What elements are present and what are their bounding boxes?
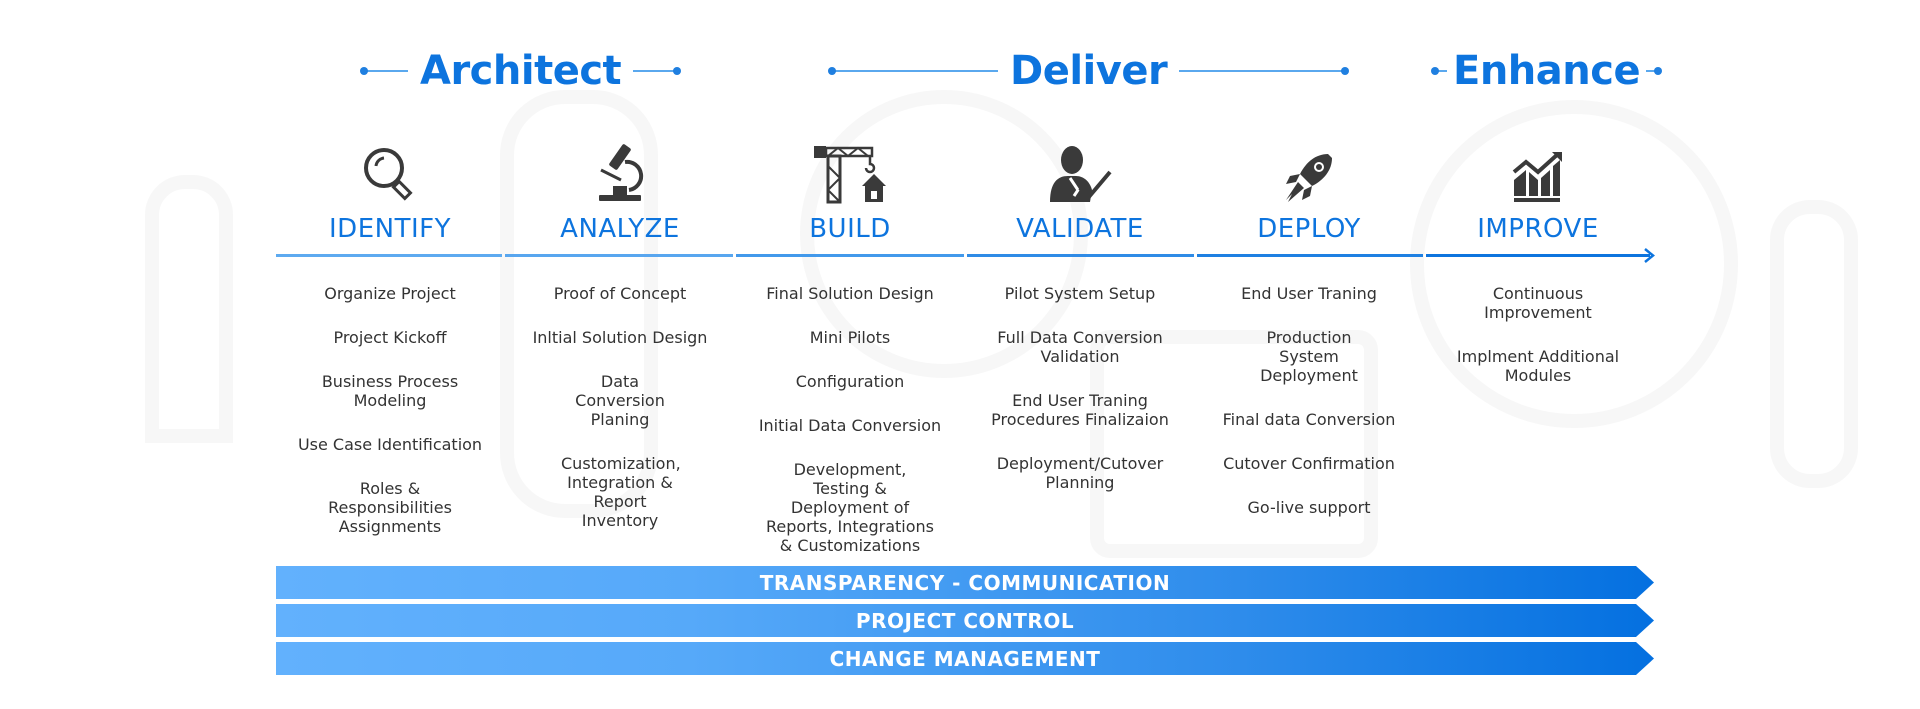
microscope-icon	[506, 140, 734, 204]
phase-title: Deliver	[1010, 48, 1168, 94]
task-item: Continuous Improvement	[1484, 284, 1592, 322]
task-item: Use Case Identification	[297, 435, 483, 454]
task-item: Project Kickoff	[333, 328, 447, 347]
task-item: End User Traning	[1241, 284, 1377, 303]
task-item: Mini Pilots	[809, 328, 891, 347]
task-item: Full Data Conversion Validation	[997, 328, 1163, 366]
stage-deploy: DEPLOY End User Traning Production Syste…	[1195, 140, 1423, 542]
task-list: Continuous Improvement Implment Addition…	[1424, 284, 1652, 385]
person-check-icon	[966, 140, 1194, 204]
phase-title: Architect	[420, 48, 622, 94]
header-line-left	[828, 67, 998, 75]
task-item: Configuration	[795, 372, 905, 391]
task-list: Proof of Concept Inltial Solution Design…	[506, 284, 734, 530]
header-line-right	[1179, 67, 1350, 75]
header-line-right	[1646, 67, 1663, 75]
band-transparency-communication: TRANSPARENCY - COMMUNICATION	[276, 566, 1654, 599]
task-item: Development, Testing & Deployment of Rep…	[765, 460, 935, 555]
task-item: End User Traning Procedures Finalizaion	[991, 391, 1169, 429]
stage-build: BUILD Final Solution Design Mini Pilots …	[736, 140, 964, 580]
header-line-left	[360, 67, 408, 75]
crane-house-icon	[736, 140, 964, 204]
task-list: End User Traning Production System Deplo…	[1195, 284, 1423, 517]
task-item: Implment Additional Modules	[1456, 347, 1620, 385]
stage-improve: IMPROVE Continuous Improvement Implment …	[1424, 140, 1652, 410]
band-change-management: CHANGE MANAGEMENT	[276, 642, 1654, 675]
magnifier-icon	[276, 140, 504, 204]
task-item: Production System Deployment	[1260, 328, 1358, 385]
stage-validate: VALIDATE Pilot System Setup Full Data Co…	[966, 140, 1194, 517]
stage-name: ANALYZE	[560, 214, 680, 244]
header-line-right	[633, 67, 682, 75]
rocket-icon	[1195, 140, 1423, 204]
watermark-shape	[1770, 200, 1858, 488]
task-item: Business Process Modeling	[321, 372, 459, 410]
stage-name: IDENTIFY	[329, 214, 451, 244]
task-item: Customization, Integration & Report Inve…	[561, 454, 681, 530]
stage-identify: IDENTIFY Organize Project Project Kickof…	[276, 140, 504, 561]
task-item: Pilot System Setup	[1004, 284, 1156, 303]
phase-header-deliver: Deliver	[828, 46, 1350, 96]
task-list: Organize Project Project Kickoff Busines…	[276, 284, 504, 536]
task-list: Final Solution Design Mini Pilots Config…	[736, 284, 964, 555]
task-item: Initial Data Conversion	[758, 416, 942, 435]
task-item: Deployment/Cutover Planning	[996, 454, 1164, 492]
header-line-left	[1431, 67, 1447, 75]
task-item: Final data Conversion	[1222, 410, 1396, 429]
task-item: Go-live support	[1247, 498, 1371, 517]
stage-name: IMPROVE	[1477, 214, 1599, 244]
stage-name: DEPLOY	[1257, 214, 1361, 244]
band-project-control: PROJECT CONTROL	[276, 604, 1654, 637]
phase-header-enhance: Enhance	[1431, 46, 1663, 96]
task-item: Cutover Confirmation	[1223, 454, 1395, 473]
growth-chart-icon	[1424, 140, 1652, 204]
stage-analyze: ANALYZE Proof of Concept Inltial Solutio…	[506, 140, 734, 555]
task-item: Proof of Concept	[553, 284, 687, 303]
stage-name: VALIDATE	[1016, 214, 1144, 244]
stage-name: BUILD	[809, 214, 891, 244]
task-item: Roles & Responsibilities Assignments	[328, 479, 452, 536]
phase-header-architect: Architect	[360, 46, 682, 96]
task-item: Inltial Solution Design	[532, 328, 708, 347]
phase-title: Enhance	[1453, 48, 1641, 94]
task-item: Organize Project	[324, 284, 456, 303]
task-item: Final Solution Design	[766, 284, 934, 303]
watermark-shape	[145, 175, 233, 443]
task-item: Data Conversion Planing	[575, 372, 665, 429]
task-list: Pilot System Setup Full Data Conversion …	[966, 284, 1194, 492]
